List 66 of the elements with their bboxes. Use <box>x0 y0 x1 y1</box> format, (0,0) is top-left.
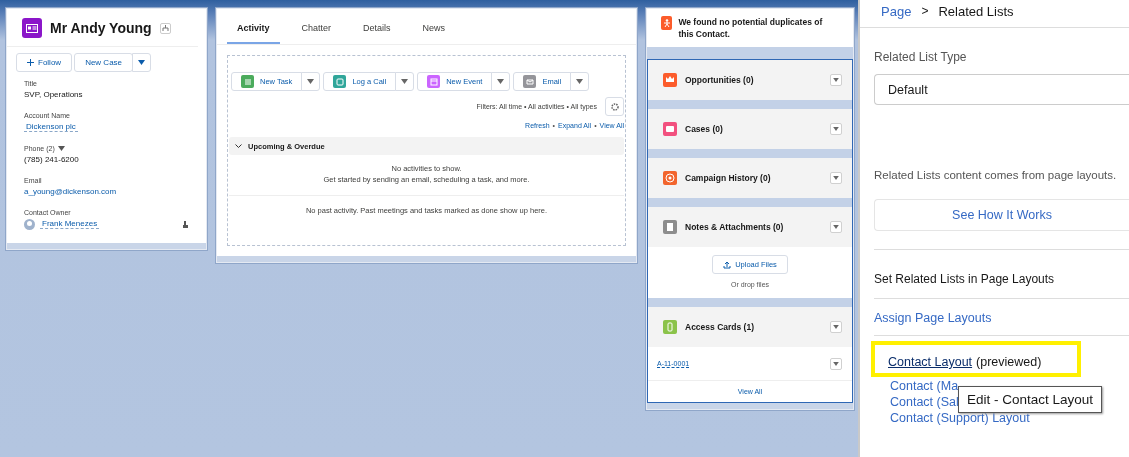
layout-link[interactable]: Contact (Support) Layout <box>890 411 1030 425</box>
dropdown-button[interactable] <box>491 72 511 91</box>
caret-icon <box>307 79 315 84</box>
list-menu-button[interactable] <box>830 172 842 184</box>
related-list-title[interactable]: Notes & Attachments (0) <box>685 222 822 232</box>
caret-icon <box>833 325 839 329</box>
dropdown-button[interactable] <box>570 72 590 91</box>
field-label: Related List Type <box>874 50 968 64</box>
list-menu-button[interactable] <box>830 74 842 86</box>
related-list-title[interactable]: Opportunities (0) <box>685 75 822 85</box>
contact-card-icon <box>22 18 42 38</box>
follow-button[interactable]: Follow <box>16 53 73 72</box>
caret-icon <box>833 361 839 366</box>
list-menu-button[interactable] <box>830 123 842 135</box>
breadcrumb-separator: > <box>921 4 929 19</box>
related-list-title[interactable]: Cases (0) <box>685 124 822 134</box>
more-actions-button[interactable] <box>132 53 152 72</box>
tab[interactable]: Chatter <box>291 15 342 44</box>
type-select[interactable]: Default <box>874 74 1129 105</box>
caret-icon <box>57 146 65 151</box>
section-label: Set Related Lists in Page Layouts <box>874 249 1129 299</box>
plus-icon <box>27 59 34 66</box>
tab[interactable]: Activity <box>227 15 280 44</box>
tab[interactable]: Details <box>353 15 401 44</box>
dropdown-button[interactable] <box>301 72 321 91</box>
caret-icon <box>833 225 839 229</box>
dropdown-button[interactable] <box>395 72 415 91</box>
person-icon <box>661 16 673 30</box>
related-list-title[interactable]: Access Cards (1) <box>685 322 822 332</box>
related-list-title[interactable]: Campaign History (0) <box>685 173 822 183</box>
avatar-icon <box>24 219 35 230</box>
info-text: Related Lists content comes from page layouts. <box>874 169 1118 181</box>
upload-icon <box>723 260 732 269</box>
caret-icon <box>401 79 409 84</box>
new-case-button[interactable]: New Case <box>74 53 134 72</box>
gear-icon <box>610 102 619 111</box>
row-menu-button[interactable] <box>830 357 842 370</box>
settings-button[interactable] <box>605 97 624 116</box>
owner-link[interactable]: Frank Menezes <box>40 219 100 229</box>
previewed-note: (previewed) <box>976 355 1042 369</box>
field-value: SVP, Operations <box>24 90 84 99</box>
breadcrumb-link[interactable]: Page <box>881 4 912 19</box>
contact-name: Mr Andy Young <box>50 20 152 36</box>
change-owner-icon[interactable] <box>181 220 189 229</box>
assign-layouts-link[interactable]: Assign Page Layouts <box>874 299 992 335</box>
tab[interactable]: News <box>412 15 456 44</box>
tooltip: Edit - Contact Layout <box>958 386 1103 413</box>
field-value: (785) 241-6200 <box>24 155 80 164</box>
account-link[interactable]: Dickenson plc <box>24 122 78 132</box>
caret-icon <box>497 79 505 84</box>
caret-icon <box>833 176 839 180</box>
list-menu-button[interactable] <box>830 321 842 333</box>
hierarchy-icon[interactable] <box>159 22 171 34</box>
list-menu-button[interactable] <box>830 221 842 233</box>
caret-icon <box>576 79 584 84</box>
layout-link[interactable]: Contact (Sal <box>890 395 959 409</box>
duplicates-notice: We found no potential duplicates of this Contact. <box>678 16 824 40</box>
caret-icon <box>833 127 839 131</box>
email-link[interactable]: a_young@dickenson.com <box>24 187 189 196</box>
see-how-it-works-button[interactable]: See How It Works <box>874 199 1129 231</box>
caret-icon <box>138 60 146 65</box>
layout-link[interactable]: Contact (Ma <box>890 379 959 393</box>
layout-link[interactable]: Contact Layout <box>888 355 973 369</box>
caret-icon <box>833 78 839 82</box>
chevron-icon <box>235 143 242 149</box>
breadcrumb-current: Related Lists <box>938 4 1014 19</box>
